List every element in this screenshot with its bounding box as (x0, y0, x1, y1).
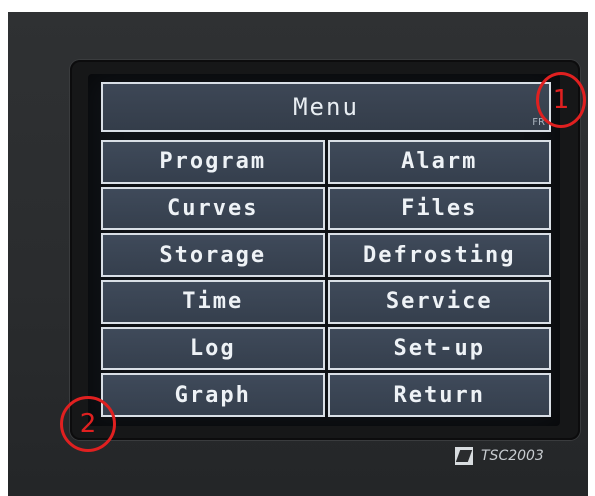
time-button[interactable]: Time (101, 280, 325, 324)
storage-button[interactable]: Storage (101, 233, 325, 277)
brand-logo-icon (455, 447, 473, 465)
brand-label: TSC2003 (455, 447, 544, 465)
menu-title-bar: Menu FR (101, 82, 551, 132)
model-name: TSC2003 (481, 448, 544, 464)
marker-1-label: 1 (552, 85, 570, 115)
files-button[interactable]: Files (327, 186, 551, 231)
menu-grid: Program Alarm Curves Files Storage Defro… (101, 140, 551, 417)
menu-title: Menu (293, 93, 359, 121)
setup-button[interactable]: Set-up (327, 326, 551, 371)
marker-2-label: 2 (79, 409, 97, 439)
graph-button[interactable]: Graph (101, 373, 325, 417)
annotation-marker-1: 1 (536, 72, 586, 128)
program-button[interactable]: Program (101, 140, 325, 184)
curves-button[interactable]: Curves (101, 186, 325, 231)
log-button[interactable]: Log (101, 326, 325, 371)
annotation-marker-2: 2 (60, 396, 116, 452)
defrosting-button[interactable]: Defrosting (327, 233, 551, 277)
return-button[interactable]: Return (327, 373, 551, 417)
alarm-button[interactable]: Alarm (327, 140, 551, 184)
service-button[interactable]: Service (327, 280, 551, 324)
